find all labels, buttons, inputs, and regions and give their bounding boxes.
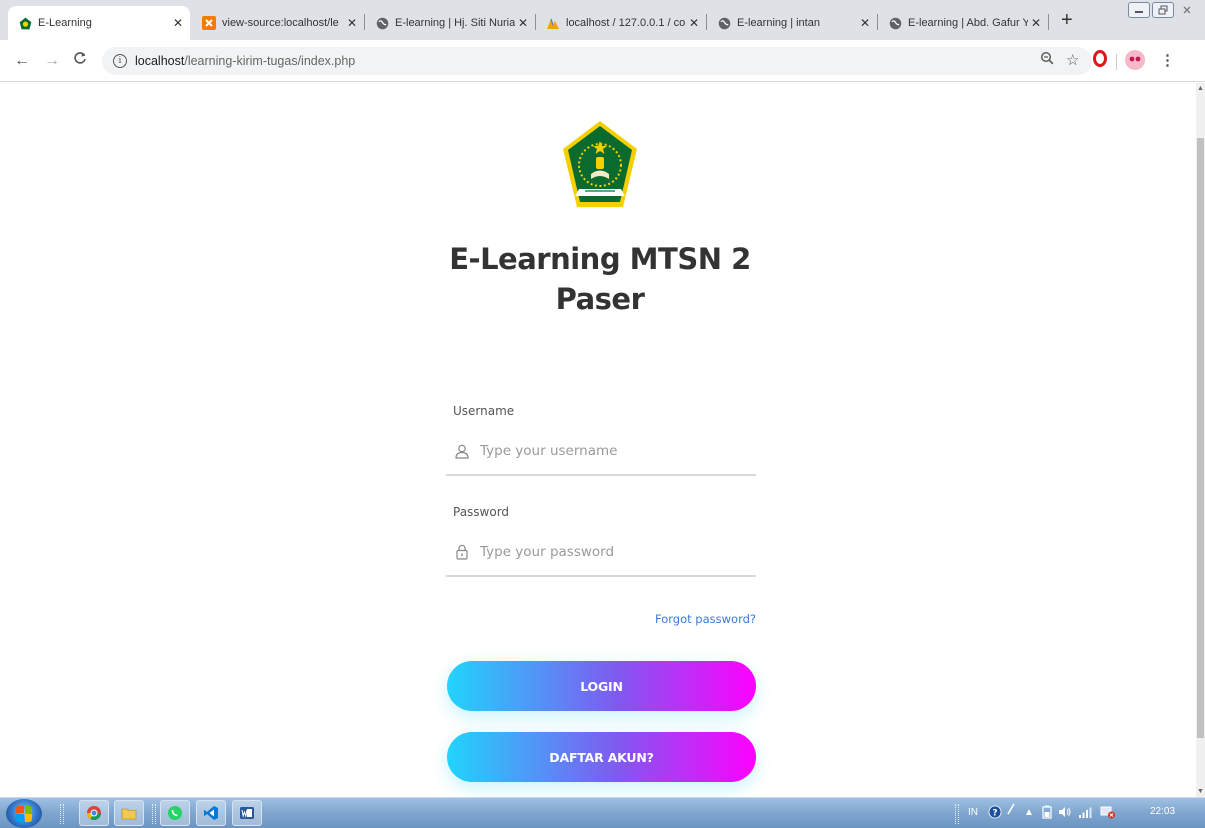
tab-label: E-learning | intan bbox=[737, 17, 820, 29]
tab-label: E-learning | Hj. Siti Nuria bbox=[395, 17, 515, 29]
page-title: E-Learning MTSN 2 Paser bbox=[410, 239, 790, 319]
show-hidden-icons-icon[interactable]: ▲ bbox=[1024, 805, 1034, 821]
taskbar-grip bbox=[152, 804, 156, 824]
word-taskbar-icon[interactable] bbox=[232, 800, 262, 826]
taskbar-grip bbox=[955, 804, 959, 824]
restore-button[interactable] bbox=[1152, 2, 1174, 18]
lock-icon bbox=[454, 544, 470, 560]
tab-intan[interactable]: E-learning | intan ✕ bbox=[707, 6, 877, 40]
taskbar-grip bbox=[60, 804, 64, 824]
tab-view-source[interactable]: view-source:localhost/le ✕ bbox=[192, 6, 364, 40]
close-icon bbox=[1183, 6, 1191, 14]
svg-text:?: ? bbox=[992, 809, 997, 819]
tab-close-icon[interactable]: ✕ bbox=[1028, 16, 1044, 30]
tab-label: E-Learning bbox=[38, 17, 92, 29]
zoom-icon[interactable] bbox=[1040, 51, 1054, 71]
scroll-up-arrow-icon[interactable]: ▲ bbox=[1196, 85, 1205, 92]
scrollbar-thumb[interactable] bbox=[1197, 138, 1204, 738]
globe-icon bbox=[888, 16, 902, 30]
password-input[interactable] bbox=[480, 544, 740, 560]
globe-icon bbox=[717, 16, 731, 30]
globe-icon bbox=[375, 16, 389, 30]
window-controls bbox=[1128, 2, 1198, 20]
menu-kebab-icon[interactable]: ⋮ bbox=[1160, 51, 1175, 71]
scroll-down-arrow-icon[interactable]: ▼ bbox=[1196, 788, 1205, 795]
register-account-button[interactable]: DAFTAR AKUN? bbox=[447, 732, 756, 782]
vscode-taskbar-icon[interactable] bbox=[196, 800, 226, 826]
opera-extension-icon[interactable] bbox=[1093, 50, 1107, 73]
username-field[interactable] bbox=[446, 428, 756, 476]
file-explorer-taskbar-icon[interactable] bbox=[114, 800, 144, 826]
title-line-2: Paser bbox=[555, 282, 645, 316]
tab-separator bbox=[1048, 14, 1049, 30]
windows-logo-icon bbox=[16, 805, 32, 822]
signal-strength-icon[interactable] bbox=[1078, 805, 1092, 825]
xampp-icon bbox=[202, 16, 216, 30]
tab-abd-gafur[interactable]: E-learning | Abd. Gafur Y ✕ bbox=[878, 6, 1048, 40]
tab-label: view-source:localhost/le bbox=[222, 17, 339, 29]
title-line-1: E-Learning MTSN 2 bbox=[449, 242, 751, 276]
password-field[interactable] bbox=[446, 529, 756, 577]
phpmyadmin-icon bbox=[546, 16, 560, 30]
toolbar-divider bbox=[1116, 54, 1117, 70]
address-bar[interactable]: i localhost/learning-kirim-tugas/index.p… bbox=[102, 47, 1092, 75]
start-button[interactable] bbox=[6, 799, 42, 828]
user-icon bbox=[454, 443, 470, 459]
tab-close-icon[interactable]: ✕ bbox=[170, 16, 186, 30]
tab-e-learning[interactable]: E-Learning ✕ bbox=[8, 6, 190, 40]
login-button[interactable]: LOGIN bbox=[447, 661, 756, 711]
tab-phpmyadmin[interactable]: localhost / 127.0.0.1 / co ✕ bbox=[536, 6, 706, 40]
address-url: localhost/learning-kirim-tugas/index.php bbox=[135, 54, 355, 68]
chrome-taskbar-icon[interactable] bbox=[79, 800, 109, 826]
pen-icon[interactable] bbox=[1006, 802, 1016, 822]
language-indicator[interactable]: IN bbox=[968, 805, 978, 821]
forgot-password-link[interactable]: Forgot password? bbox=[600, 612, 756, 626]
help-icon[interactable]: ? bbox=[988, 805, 1002, 825]
back-arrow-icon[interactable]: ← bbox=[14, 51, 30, 71]
username-input[interactable] bbox=[480, 443, 740, 459]
minimize-icon bbox=[1135, 11, 1143, 13]
browser-toolbar: ← → i localhost/learning-kirim-tugas/ind… bbox=[0, 40, 1205, 82]
tab-siti-nuria[interactable]: E-learning | Hj. Siti Nuria ✕ bbox=[365, 6, 535, 40]
login-page: E-Learning MTSN 2 Paser Username Passwor… bbox=[0, 83, 1196, 797]
kemenag-logo-icon bbox=[18, 16, 32, 30]
kemenag-logo bbox=[561, 119, 639, 211]
battery-icon[interactable] bbox=[1042, 805, 1052, 825]
tab-close-icon[interactable]: ✕ bbox=[344, 16, 360, 30]
bookmark-star-icon[interactable]: ☆ bbox=[1066, 51, 1079, 71]
tab-close-icon[interactable]: ✕ bbox=[686, 16, 702, 30]
tab-label: localhost / 127.0.0.1 / co bbox=[566, 17, 686, 29]
taskbar-clock[interactable]: 22:03 bbox=[1150, 806, 1175, 817]
profile-avatar[interactable] bbox=[1124, 49, 1146, 77]
tab-label: E-learning | Abd. Gafur Y bbox=[908, 17, 1028, 29]
url-host: localhost bbox=[135, 54, 185, 68]
url-path: /learning-kirim-tugas/index.php bbox=[184, 54, 356, 68]
windows-taskbar: IN ? ▲ 22:03 bbox=[0, 797, 1205, 828]
forward-arrow-icon[interactable]: → bbox=[44, 51, 60, 71]
restore-icon bbox=[1158, 5, 1168, 15]
minimize-button[interactable] bbox=[1128, 2, 1150, 18]
password-label: Password bbox=[453, 505, 510, 519]
volume-icon[interactable] bbox=[1058, 805, 1072, 825]
close-window-button[interactable] bbox=[1176, 2, 1198, 18]
info-icon[interactable]: i bbox=[113, 54, 127, 68]
tab-close-icon[interactable]: ✕ bbox=[857, 16, 873, 30]
reload-icon[interactable] bbox=[73, 51, 87, 71]
tab-close-icon[interactable]: ✕ bbox=[515, 16, 531, 30]
browser-tab-strip: E-Learning ✕ view-source:localhost/le ✕ … bbox=[0, 0, 1205, 40]
whatsapp-taskbar-icon[interactable] bbox=[160, 800, 190, 826]
page-scrollbar[interactable]: ▲ ▼ bbox=[1196, 83, 1205, 797]
network-error-icon[interactable] bbox=[1100, 805, 1116, 825]
new-tab-button[interactable]: + bbox=[1061, 10, 1073, 30]
username-label: Username bbox=[453, 404, 515, 418]
